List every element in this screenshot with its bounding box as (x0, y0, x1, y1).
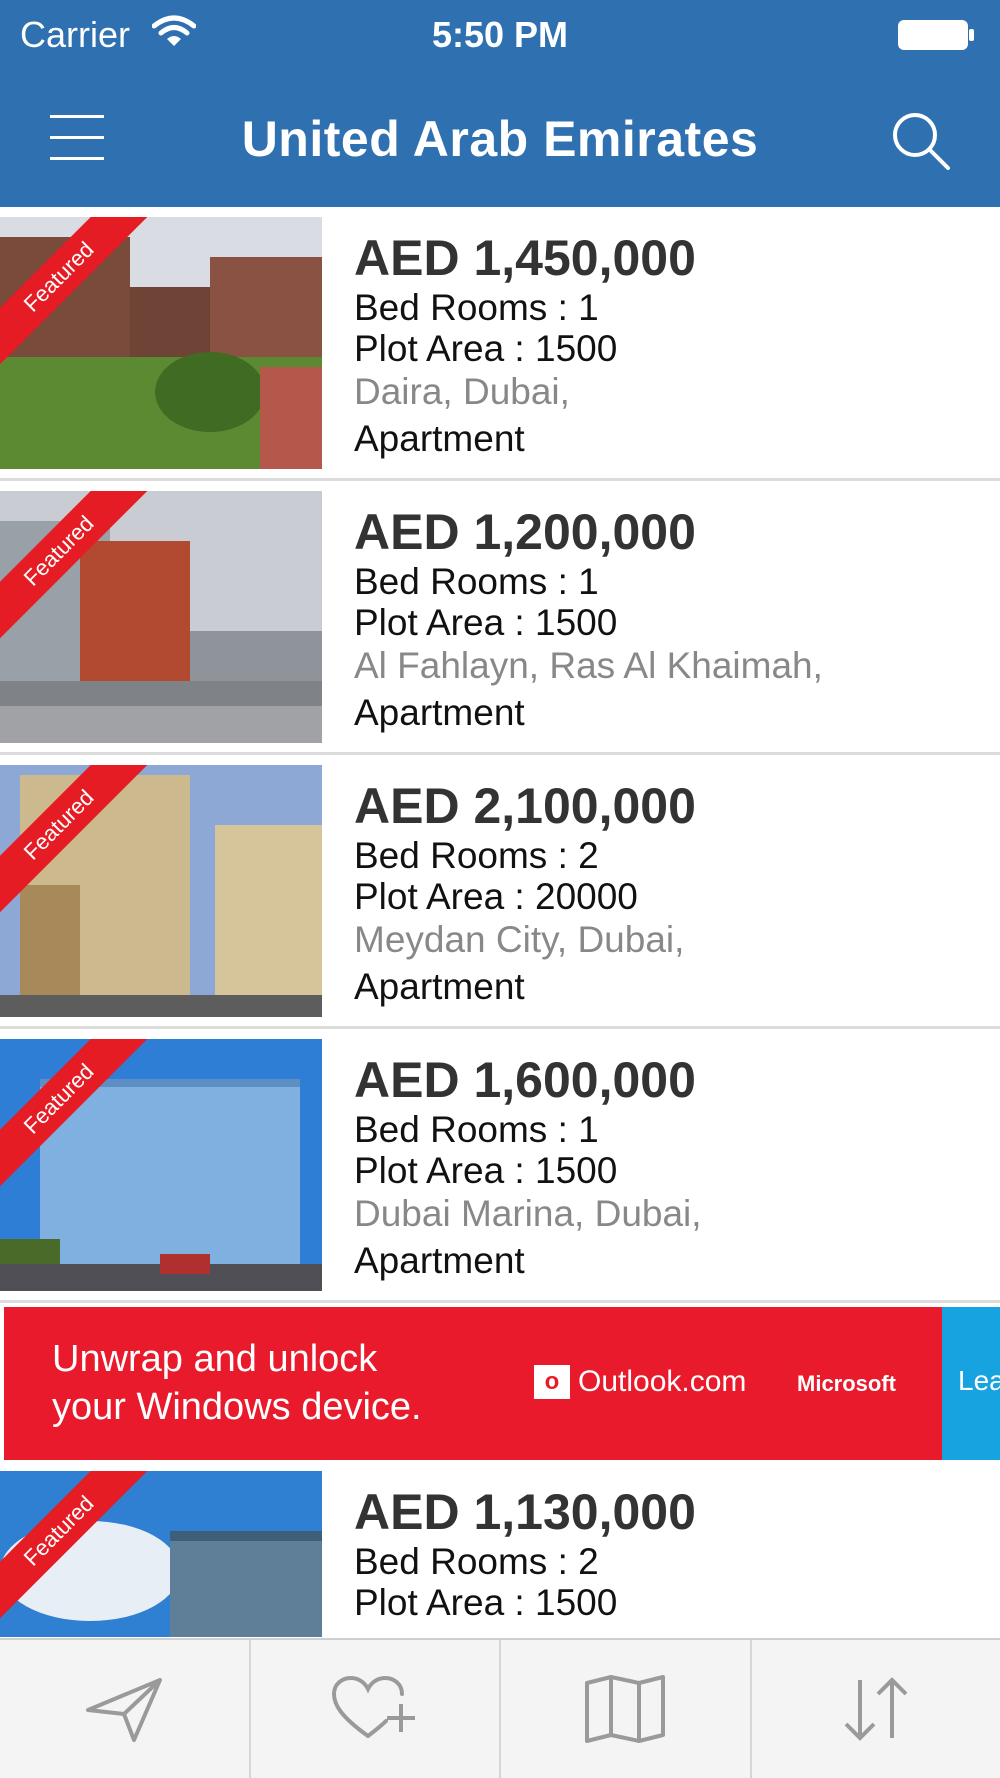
outlook-logo: o Outlook.com (534, 1365, 746, 1399)
ad-headline-line: Unwrap and unlock (52, 1338, 378, 1380)
listing-bedrooms: Bed Rooms : 2 (354, 1541, 599, 1582)
listing-type: Apartment (354, 966, 525, 1007)
tab-share[interactable] (0, 1640, 251, 1778)
listing-bedrooms: Bed Rooms : 1 (354, 561, 599, 602)
listing-location: Dubai Marina, Dubai, (354, 1193, 702, 1234)
listing-item[interactable]: Featured AED 1,200,000 Bed Rooms : 1 Plo… (0, 481, 1000, 755)
property-photo: Featured (0, 1039, 322, 1291)
listing-price: AED 1,600,000 (354, 1052, 696, 1108)
ad-panel: Unwrap and unlock your Windows device. o… (4, 1307, 942, 1460)
send-icon (86, 1678, 163, 1742)
page-title: United Arab Emirates (241, 111, 759, 167)
listing-price: AED 1,450,000 (354, 230, 696, 286)
listing-plot-area: Plot Area : 1500 (354, 602, 618, 643)
listing-price: AED 1,130,000 (354, 1484, 696, 1540)
property-photo: Featured (0, 217, 322, 469)
map-icon (585, 1675, 666, 1743)
tab-sort[interactable] (752, 1640, 1000, 1778)
outlook-icon: o (534, 1365, 570, 1399)
listing-plot-area: Plot Area : 1500 (354, 1150, 618, 1191)
battery-icon (898, 20, 974, 50)
listing-item[interactable]: Featured AED 1,130,000 Bed Rooms : 2 Plo… (0, 1461, 1000, 1637)
property-photo: Featured (0, 765, 322, 1017)
listing-plot-area: Plot Area : 1500 (354, 328, 618, 369)
listing-bedrooms: Bed Rooms : 2 (354, 835, 599, 876)
listing-bedrooms: Bed Rooms : 1 (354, 287, 599, 328)
tab-favorites[interactable] (251, 1640, 501, 1778)
ad-banner[interactable]: Unwrap and unlock your Windows device. o… (0, 1307, 1000, 1460)
sort-icon (844, 1677, 908, 1741)
listing-price: AED 2,100,000 (354, 778, 696, 834)
clock: 5:50 PM (431, 14, 569, 55)
bottom-tab-bar (0, 1638, 1000, 1778)
ad-cta-label: Lear (958, 1365, 1000, 1396)
ad-cta-button[interactable]: Lear (942, 1307, 1000, 1460)
microsoft-logo: Microsoft (797, 1371, 896, 1396)
listing-location: Meydan City, Dubai, (354, 919, 685, 960)
property-photo: Featured (0, 1471, 322, 1637)
tab-map[interactable] (501, 1640, 752, 1778)
search-icon[interactable] (890, 110, 952, 172)
ad-brand: Outlook.com (578, 1365, 747, 1398)
listing-location: Daira, Dubai, (354, 371, 570, 412)
listing-type: Apartment (354, 418, 525, 459)
listing-type: Apartment (354, 692, 525, 733)
listing-type: Apartment (354, 1240, 525, 1281)
status-bar: Carrier 5:50 PM (0, 0, 1000, 70)
listing-bedrooms: Bed Rooms : 1 (354, 1109, 599, 1150)
listing-item[interactable]: Featured AED 1,450,000 Bed Rooms : 1 Plo… (0, 207, 1000, 481)
nav-bar: United Arab Emirates (0, 70, 1000, 207)
add-favorite-icon (331, 1675, 415, 1738)
listing-plot-area: Plot Area : 20000 (354, 876, 638, 917)
ad-headline-line: your Windows device. (52, 1386, 422, 1428)
ad-headline: Unwrap and unlock your Windows device. (52, 1335, 422, 1431)
listing-item[interactable]: Featured AED 2,100,000 Bed Rooms : 2 Plo… (0, 755, 1000, 1029)
property-photo: Featured (0, 491, 322, 743)
listing-plot-area: Plot Area : 1500 (354, 1582, 618, 1623)
app-header: Carrier 5:50 PM United Arab Emirates (0, 0, 1000, 207)
listing-item[interactable]: Featured AED 1,600,000 Bed Rooms : 1 Plo… (0, 1029, 1000, 1303)
listing-location: Al Fahlayn, Ras Al Khaimah, (354, 645, 823, 686)
listing-price: AED 1,200,000 (354, 504, 696, 560)
